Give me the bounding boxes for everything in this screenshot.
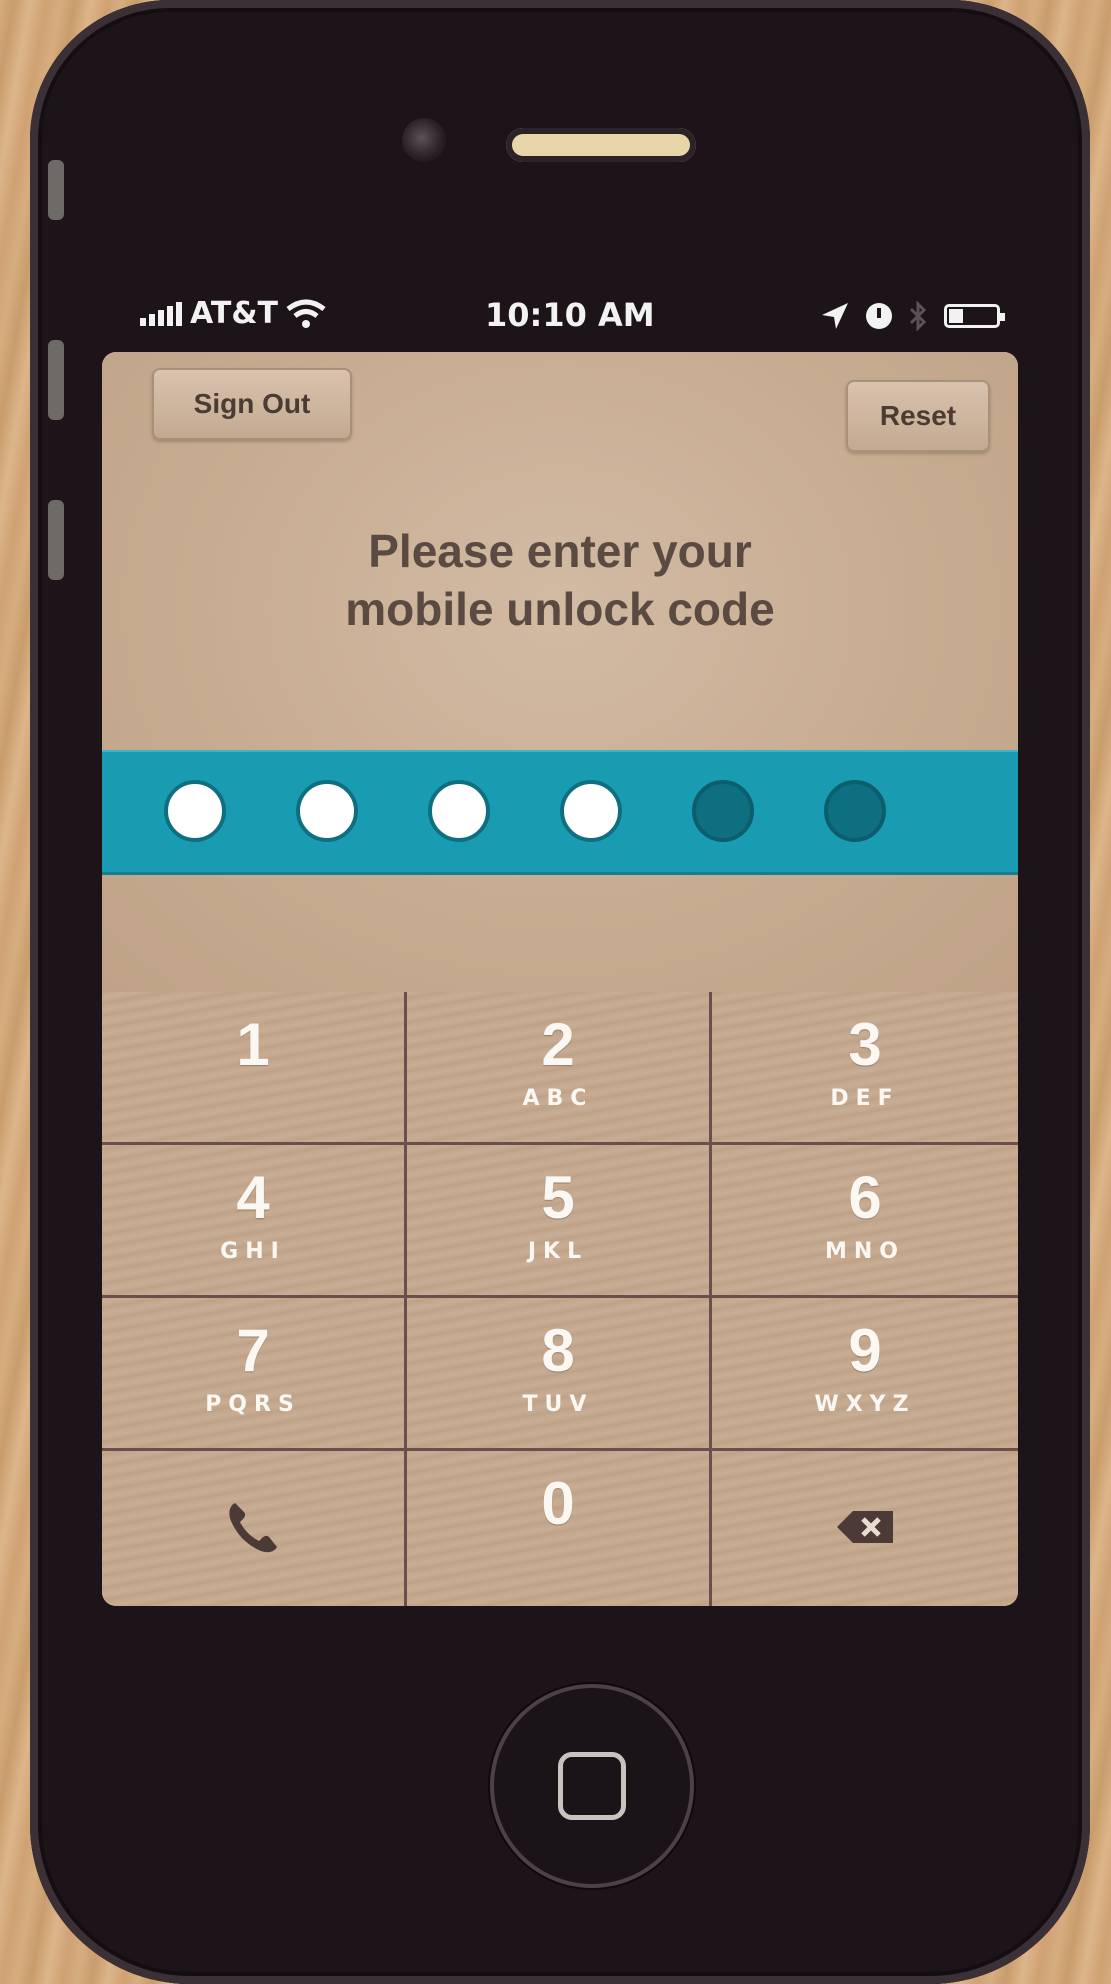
key-digit: 9: [848, 1317, 882, 1384]
key-letters: WXYZ: [814, 1392, 916, 1417]
battery-level-fill: [949, 309, 963, 323]
key-5[interactable]: 5 JKL: [407, 1145, 712, 1298]
location-arrow-icon: [822, 303, 848, 329]
key-letters: DEF: [830, 1086, 900, 1111]
phone-icon: [229, 1503, 277, 1553]
delete-key[interactable]: [712, 1451, 1018, 1606]
key-digit: 3: [848, 1011, 882, 1078]
key-letters: JKL: [527, 1239, 589, 1264]
key-digit: 0: [541, 1470, 575, 1537]
key-3[interactable]: 3 DEF: [712, 992, 1018, 1145]
key-letters: ABC: [522, 1086, 594, 1111]
passcode-dot-filled: [560, 780, 622, 842]
unlock-screen: Sign Out Reset Please enter your mobile …: [102, 352, 1018, 1606]
key-7[interactable]: 7 PQRS: [102, 1298, 407, 1451]
battery-icon: [944, 304, 1005, 328]
front-camera: [402, 118, 446, 162]
reset-button[interactable]: Reset: [846, 380, 990, 452]
key-digit: 6: [848, 1164, 882, 1231]
sign-out-button[interactable]: Sign Out: [152, 368, 352, 440]
status-time: 10:10 AM: [485, 296, 655, 334]
alarm-clock-icon: [866, 303, 892, 329]
wifi-icon: [286, 299, 326, 328]
passcode-indicator-bar: [102, 752, 1018, 872]
key-digit: 1: [236, 1011, 270, 1078]
passcode-dot-filled: [428, 780, 490, 842]
passcode-dot-filled: [296, 780, 358, 842]
passcode-dot-empty: [824, 780, 886, 842]
mute-switch: [48, 160, 64, 220]
key-1[interactable]: 1: [102, 992, 407, 1145]
key-letters: GHI: [220, 1239, 286, 1264]
passcode-dot-empty: [692, 780, 754, 842]
key-digit: 7: [236, 1317, 270, 1384]
volume-down-button: [48, 500, 64, 580]
unlock-prompt: Please enter your mobile unlock code: [102, 522, 1018, 638]
call-key[interactable]: [102, 1451, 407, 1606]
volume-up-button: [48, 340, 64, 420]
backspace-icon: [837, 1511, 893, 1543]
numeric-keypad: 1 2 ABC 3 DEF 4 GHI 5 JKL 6 MNO 7 PQRS 8: [102, 992, 1018, 1606]
carrier-name: AT&T: [190, 296, 278, 331]
key-2[interactable]: 2 ABC: [407, 992, 712, 1145]
bluetooth-icon: [909, 300, 927, 332]
key-letters: TUV: [522, 1392, 594, 1417]
key-letters: PQRS: [205, 1392, 301, 1417]
key-digit: 4: [236, 1164, 270, 1231]
earpiece-speaker: [506, 128, 696, 162]
key-0[interactable]: 0: [407, 1451, 712, 1606]
status-bar: AT&T 10:10 AM: [140, 296, 1005, 352]
home-button[interactable]: [490, 1684, 694, 1888]
key-letters: MNO: [824, 1239, 905, 1264]
key-4[interactable]: 4 GHI: [102, 1145, 407, 1298]
status-icons: [820, 300, 1005, 332]
home-square-icon: [558, 1752, 626, 1820]
passcode-dot-filled: [164, 780, 226, 842]
key-8[interactable]: 8 TUV: [407, 1298, 712, 1451]
key-digit: 2: [541, 1011, 575, 1078]
carrier-info: AT&T: [140, 296, 326, 331]
upper-panel: Sign Out Reset Please enter your mobile …: [102, 352, 1018, 992]
key-6[interactable]: 6 MNO: [712, 1145, 1018, 1298]
prompt-line-1: Please enter your: [368, 525, 752, 577]
signal-strength-icon: [140, 301, 182, 326]
key-9[interactable]: 9 WXYZ: [712, 1298, 1018, 1451]
key-digit: 8: [541, 1317, 575, 1384]
prompt-line-2: mobile unlock code: [345, 583, 775, 635]
key-digit: 5: [541, 1164, 575, 1231]
